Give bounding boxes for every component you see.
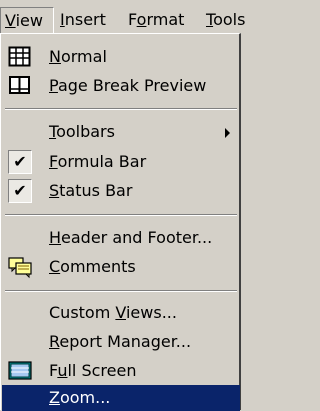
menu-item-full-screen-label: Full Screen	[49, 356, 136, 385]
checkmark-icon: ✔	[8, 179, 32, 203]
menu-view-post: iew	[15, 11, 43, 30]
label-post: ll Screen	[67, 361, 137, 380]
label-accel: u	[57, 361, 68, 380]
menu-view[interactable]: View	[0, 7, 54, 33]
menu-tools-post: ools	[213, 10, 246, 29]
menu-item-formula-bar-label: Formula Bar	[49, 147, 146, 176]
menu-item-formula-bar[interactable]: ✔ Formula Bar	[2, 147, 240, 176]
menu-tools[interactable]: Tools	[206, 7, 245, 33]
menu-item-custom-views[interactable]: Custom Views...	[2, 298, 240, 327]
comments-icon	[8, 255, 32, 279]
menu-item-custom-views-label: Custom Views...	[49, 298, 177, 327]
normal-view-icon	[8, 45, 32, 69]
menu-format-accel: o	[136, 10, 147, 29]
menu-insert[interactable]: Insert	[60, 7, 106, 33]
menu-item-header-footer-label: Header and Footer...	[49, 223, 212, 252]
label-accel: C	[49, 257, 61, 276]
menu-item-full-screen[interactable]: Full Screen	[2, 356, 240, 385]
label-post: age Break Preview	[57, 76, 207, 95]
menu-format[interactable]: Format	[128, 7, 184, 33]
label-pre: Custom	[49, 303, 116, 322]
label-accel: H	[49, 228, 62, 247]
menu-format-post: rmat	[146, 10, 185, 29]
label-post: eader and Footer...	[61, 228, 213, 247]
label-accel: P	[49, 76, 58, 95]
menu-item-normal-label: Normal	[49, 42, 107, 71]
label-accel: F	[49, 152, 58, 171]
label-post: oolbars	[56, 122, 115, 141]
label-accel: T	[49, 122, 57, 141]
submenu-arrow-icon	[225, 128, 230, 138]
label-post: iews...	[125, 303, 177, 322]
label-post: tatus Bar	[59, 181, 133, 200]
menu-item-header-footer[interactable]: Header and Footer...	[2, 223, 240, 252]
label-post: ormal	[60, 47, 107, 66]
full-screen-icon	[8, 359, 32, 383]
menu-tools-accel: T	[206, 10, 214, 29]
label-accel: N	[49, 47, 61, 66]
menu-format-pre: F	[128, 10, 137, 29]
label-post: omments	[60, 257, 136, 276]
menu-item-toolbars[interactable]: Toolbars	[2, 117, 240, 146]
menu-item-page-break-preview[interactable]: Page Break Preview	[2, 71, 240, 100]
menu-separator	[5, 214, 237, 216]
label-post: ormula Bar	[57, 152, 147, 171]
label-post: eport Manager...	[59, 332, 192, 351]
menu-item-comments-label: Comments	[49, 252, 136, 281]
menu-item-status-bar-label: Status Bar	[49, 176, 132, 205]
menu-item-toolbars-label: Toolbars	[49, 117, 115, 146]
menu-insert-post: nsert	[64, 10, 106, 29]
label-accel: R	[49, 332, 60, 351]
label-accel: V	[115, 303, 126, 322]
menu-separator	[5, 108, 237, 110]
page-break-preview-icon	[8, 74, 32, 98]
label-post: oom...	[59, 388, 111, 407]
label-accel: S	[49, 181, 60, 200]
menu-item-normal[interactable]: Normal	[2, 42, 240, 71]
menu-item-report-manager-label: Report Manager...	[49, 327, 191, 356]
menu-item-comments[interactable]: Comments	[2, 252, 240, 281]
menu-item-report-manager[interactable]: Report Manager...	[2, 327, 240, 356]
view-dropdown-menu: Normal Page Break Preview Toolbars ✔ For…	[0, 33, 241, 411]
menu-item-zoom[interactable]: Zoom...	[2, 385, 240, 411]
menu-separator	[5, 290, 237, 292]
menu-item-zoom-label: Zoom...	[49, 385, 110, 411]
checkmark-icon: ✔	[8, 150, 32, 174]
label-accel: Z	[49, 388, 60, 407]
menu-view-accel: V	[5, 11, 16, 30]
menu-item-status-bar[interactable]: ✔ Status Bar	[2, 176, 240, 205]
menu-item-page-break-preview-label: Page Break Preview	[49, 71, 206, 100]
